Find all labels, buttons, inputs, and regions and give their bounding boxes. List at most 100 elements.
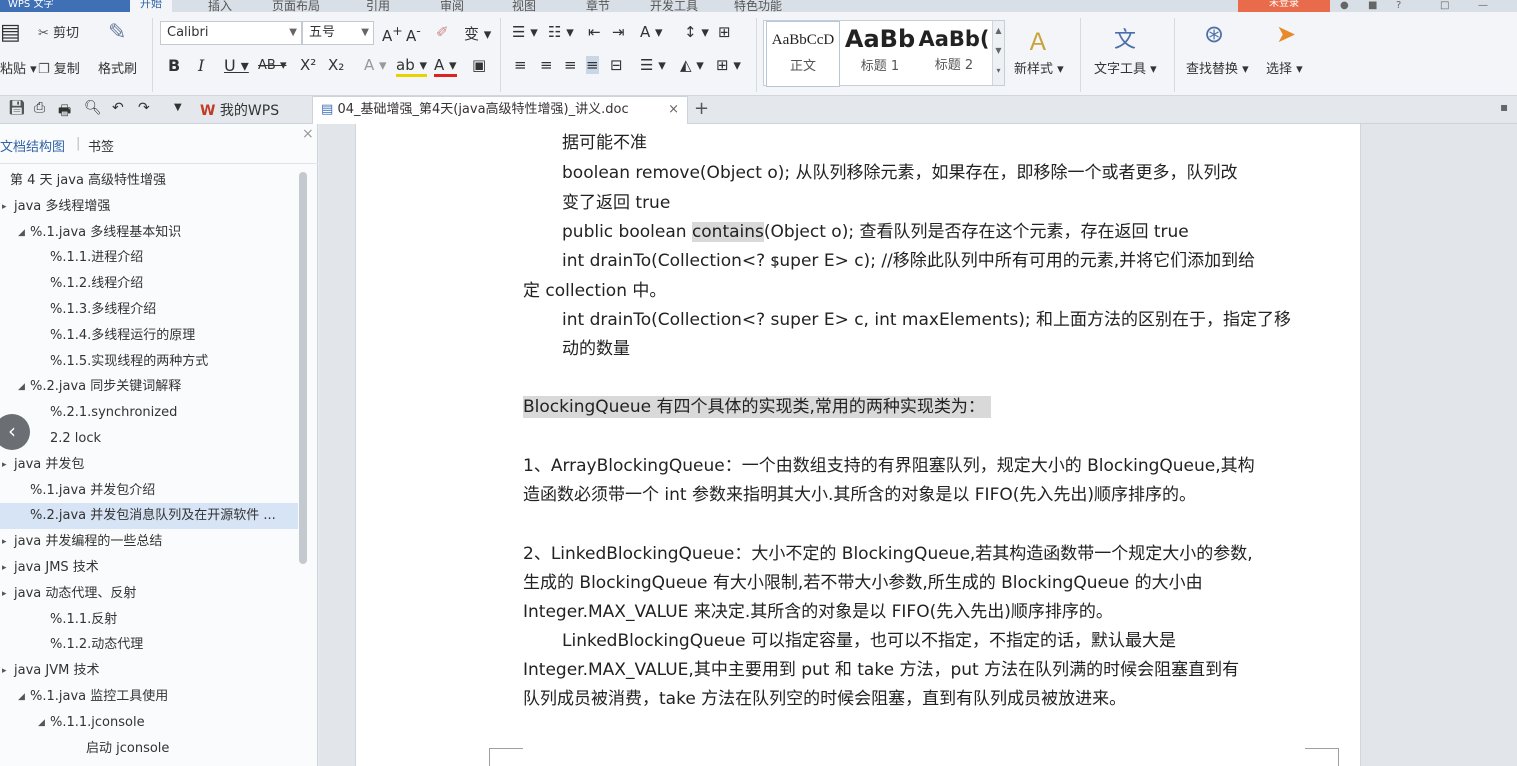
outline-item[interactable]: %.1.1.反射 [0,607,298,633]
increase-indent-icon[interactable]: ⇥ [612,23,625,41]
grow-font-icon[interactable]: A+ [382,23,403,45]
outline-item[interactable]: ▸ java JVM 技术 [0,658,298,684]
expand-arrow-icon[interactable]: ▸ [2,581,7,607]
outline-item[interactable]: ▸ java 并发包 [0,452,298,478]
outline-item[interactable]: %.1.3.多线程介绍 [0,297,298,323]
style-heading-1[interactable]: AaBb 标题 1 [842,21,918,87]
text-tools-icon[interactable]: 文 [1114,22,1136,54]
my-wps-tab[interactable]: W 我的WPS [200,100,279,120]
outline-item[interactable]: ◢ %.1.java 监控工具使用 [0,684,298,710]
menu-view[interactable]: 视图 [512,0,536,12]
font-name-select[interactable]: Calibri ▼ [160,21,302,45]
copy-button[interactable]: ❐ 复制 [38,58,80,77]
justify-icon[interactable]: ≡ [586,56,599,74]
close-icon[interactable]: × [668,97,679,123]
undo-icon[interactable]: ↶ [112,100,124,116]
menu-home[interactable]: 开始 [130,0,172,12]
numbered-list-icon[interactable]: ☷ ▾ [548,23,574,41]
outline-item[interactable]: 2.2 lock [0,426,298,452]
superscript-button[interactable]: X² [300,56,316,74]
char-shading-icon[interactable]: ▣ [472,56,486,74]
outline-item[interactable]: %.1.5.实现线程的两种方式 [0,349,298,375]
tab-bookmarks[interactable]: 书签 [88,136,114,155]
distribute-icon[interactable]: ⊟ [610,56,623,74]
outline-item[interactable]: 启动 jconsole [0,736,298,762]
outline-item[interactable]: ▸ java 动态代理、反射 [0,581,298,607]
outline-item[interactable]: 第 4 天 java 高级特性增强 [0,168,298,194]
phonetic-icon[interactable]: 变 ▾ [464,23,491,44]
outline-item[interactable]: %.1.2.线程介绍 [0,271,298,297]
underline-button[interactable]: U ▾ [224,56,249,75]
text-tools-button[interactable]: 文字工具 ▾ [1094,58,1157,77]
outline-item[interactable]: %.1.1.进程介绍 [0,245,298,271]
subscript-button[interactable]: X₂ [328,56,344,74]
help-icon[interactable]: ? [1396,0,1401,11]
panel-toggle-icon[interactable]: ▪ [1500,100,1508,114]
collapse-arrow-icon[interactable]: ◢ [38,710,45,736]
align-left-icon[interactable]: ≡ [514,56,527,74]
find-replace-icon[interactable]: ⊛ [1204,20,1224,48]
outline-item[interactable]: %.2.1.synchronized [0,400,298,426]
line-spacing-icon[interactable]: ☰ ▾ [640,56,666,74]
highlight-icon[interactable]: ab ▾ [396,56,428,77]
style-normal[interactable]: AaBbCcD 正文 [766,21,840,87]
save-icon[interactable]: 💾︎ [8,100,26,116]
align-right-icon[interactable]: ≡ [564,56,577,74]
table-icon[interactable]: ⊞ [718,23,731,41]
menu-features[interactable]: 特色功能 [734,0,782,12]
font-color-icon[interactable]: A ▾ [434,56,457,77]
new-style-button[interactable]: 新样式 ▾ [1014,58,1064,77]
sort-icon[interactable]: ↕ ▾ [684,23,709,41]
menu-insert[interactable]: 插入 [208,0,232,12]
skin-icon[interactable]: ● [1340,0,1349,11]
outline-item[interactable]: %.1.java 并发包介绍 [0,478,298,504]
document-tab[interactable]: ▤ 04_基础增强_第4天(java高级特性增强)_讲义.doc × [312,96,688,124]
borders-icon[interactable]: ⊞ ▾ [716,56,741,74]
find-replace-button[interactable]: 查找替换 ▾ [1186,58,1249,77]
redo-icon[interactable]: ↷ [138,100,150,116]
outline-item[interactable]: ▸ java JMS 技术 [0,555,298,581]
minimize-icon[interactable]: — [1478,0,1488,11]
menu-references[interactable]: 引用 [366,0,390,12]
menu-developer[interactable]: 开发工具 [650,0,698,12]
align-center-icon[interactable]: ≡ [540,56,553,74]
paste-button[interactable]: 粘贴 ▾ [0,58,37,77]
print-preview-icon[interactable]: ⎙ [34,100,45,116]
outline-item[interactable]: ▸ java 多线程增强 [0,194,298,220]
cut-button[interactable]: ✂ 剪切 [38,22,79,41]
preview-icon[interactable]: 🔍︎ [84,100,102,116]
close-pane-icon[interactable]: × [302,126,314,142]
strikethrough-button[interactable]: AB ▾ [258,58,286,73]
format-painter-button[interactable]: 格式刷 [98,58,137,77]
customize-chevron-icon[interactable]: ▼ [174,102,182,113]
app-brand[interactable]: WPS 文字 [0,0,130,12]
paste-icon[interactable]: ▤ [0,20,21,45]
bullet-list-icon[interactable]: ☰ ▾ [512,23,538,41]
italic-button[interactable]: I [198,56,204,75]
bold-button[interactable]: B [168,56,180,75]
outline-scrollbar[interactable] [299,172,307,564]
char-scale-icon[interactable]: A ▾ [640,23,663,41]
collapse-arrow-icon[interactable]: ◢ [18,220,25,246]
expand-arrow-icon[interactable]: ▸ [2,194,7,220]
decrease-indent-icon[interactable]: ⇤ [588,23,601,41]
outline-item[interactable]: ▸ java 并发编程的一些总结 [0,529,298,555]
outline-item[interactable]: %.1.2.动态代理 [0,632,298,658]
styles-scroll[interactable]: ▲ ▼ ▾ [992,21,1004,85]
expand-arrow-icon[interactable]: ▸ [2,452,7,478]
print-icon[interactable]: 🖶︎ [58,100,71,124]
restore-icon[interactable]: □ [1440,0,1449,11]
menu-review[interactable]: 审阅 [440,0,464,12]
menu-page-layout[interactable]: 页面布局 [272,0,320,12]
menu-chapter[interactable]: 章节 [586,0,610,12]
expand-arrow-icon[interactable]: ▸ [2,658,7,684]
outline-item[interactable]: %.1.4.多线程运行的原理 [0,323,298,349]
collapse-arrow-icon[interactable]: ◢ [18,374,25,400]
new-style-icon[interactable]: Ａ [1026,22,1050,57]
font-size-select[interactable]: 五号 ▼ [302,21,374,45]
clear-format-icon[interactable]: ✐ [436,23,449,41]
document-page[interactable]: 据可能不准 boolean remove(Object o); 从队列移除元素，… [355,124,1361,766]
shrink-font-icon[interactable]: A- [406,23,421,45]
outline-item[interactable]: ◢ %.1.java 多线程基本知识 [0,220,298,246]
text-effect-icon[interactable]: A ▾ [364,56,387,74]
